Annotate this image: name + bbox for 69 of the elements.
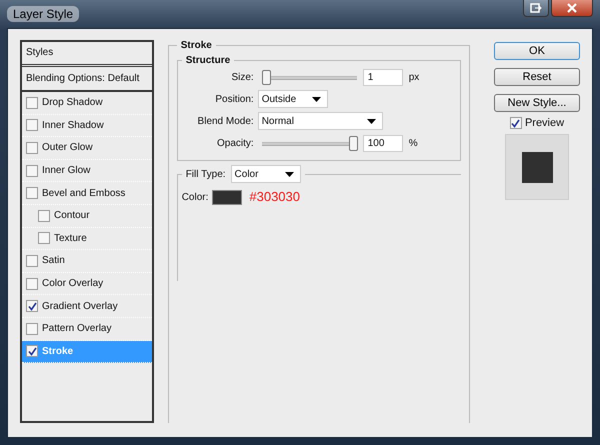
preview-swatch — [522, 152, 552, 182]
item-label: Inner Shadow — [42, 120, 104, 131]
list-item[interactable]: Blending Options: Default — [22, 67, 152, 92]
restore-button[interactable] — [523, 0, 549, 17]
checkbox[interactable] — [38, 210, 50, 222]
item-label: Contour — [54, 210, 90, 222]
dialog-button[interactable]: OK — [494, 42, 580, 60]
slider-thumb[interactable] — [262, 70, 271, 84]
item-label: Bevel and Emboss — [42, 188, 126, 199]
field-label: Position: — [214, 94, 255, 104]
unit-label: px — [408, 72, 420, 82]
checkbox[interactable] — [26, 322, 38, 335]
checkbox[interactable] — [26, 119, 38, 132]
window-title: Layer Style — [7, 6, 80, 22]
list-item[interactable]: Texture — [22, 228, 152, 250]
item-label: Outer Glow — [42, 142, 93, 154]
caret-icon — [284, 172, 294, 176]
unit-label: % — [408, 138, 418, 148]
dialog-button[interactable]: New Style... — [494, 94, 580, 112]
checkbox[interactable] — [26, 142, 38, 154]
input-field[interactable]: 1 — [362, 68, 403, 86]
list-item[interactable]: Color Overlay — [22, 272, 152, 296]
item-label: Stroke — [42, 346, 74, 357]
list-item[interactable]: Drop Shadow — [22, 92, 152, 115]
group-title: Stroke — [180, 40, 213, 51]
color-swatch[interactable] — [212, 190, 242, 204]
field-label: Blend Mode: — [196, 116, 255, 126]
checkbox[interactable] — [26, 278, 38, 290]
close-button[interactable] — [551, 0, 593, 17]
list-item[interactable]: Outer Glow — [22, 137, 152, 160]
dialog-button[interactable]: Reset — [494, 68, 580, 86]
checkbox[interactable] — [26, 300, 38, 312]
group-title: Structure — [184, 55, 232, 66]
list-header: Styles — [22, 42, 152, 67]
checkbox[interactable] — [26, 96, 38, 109]
list-item[interactable]: Gradient Overlay — [22, 295, 152, 318]
field-label: Color: — [182, 192, 208, 202]
item-label: Gradient Overlay — [42, 300, 118, 312]
dropdown[interactable]: Normal — [258, 112, 383, 130]
field-label: Size: — [230, 72, 255, 82]
close-icon — [566, 3, 578, 13]
input-field[interactable]: 100 — [362, 134, 403, 152]
field-label: Opacity: — [216, 138, 255, 148]
list-item[interactable]: Inner Shadow — [22, 114, 152, 138]
checkbox[interactable] — [26, 345, 38, 358]
dropdown[interactable]: Color — [230, 165, 301, 183]
list-item[interactable]: Bevel and Emboss — [22, 182, 152, 205]
list-item[interactable]: Contour — [22, 204, 152, 228]
item-label: Color Overlay — [42, 278, 104, 290]
item-label: Pattern Overlay — [42, 323, 112, 334]
checkbox-label: Preview — [524, 117, 564, 129]
checkbox[interactable] — [26, 187, 38, 200]
item-label: Drop Shadow — [42, 97, 103, 108]
caret-icon — [312, 96, 321, 102]
color-code: #303030 — [249, 189, 300, 205]
restore-icon — [530, 3, 542, 13]
caret-icon — [366, 118, 376, 124]
item-label: Texture — [54, 232, 87, 244]
item-label: Inner Glow — [42, 165, 90, 176]
dropdown[interactable]: Outside — [258, 90, 328, 108]
checkbox[interactable] — [26, 164, 38, 177]
checkbox[interactable] — [510, 117, 522, 129]
slider-thumb[interactable] — [349, 136, 358, 150]
list-item[interactable]: Inner Glow — [22, 160, 152, 182]
item-label: Satin — [42, 255, 65, 266]
checkbox[interactable] — [38, 232, 50, 244]
field-label: Fill Type: — [186, 168, 226, 180]
list-item[interactable]: Satin — [22, 250, 152, 273]
checkbox[interactable] — [26, 254, 38, 267]
